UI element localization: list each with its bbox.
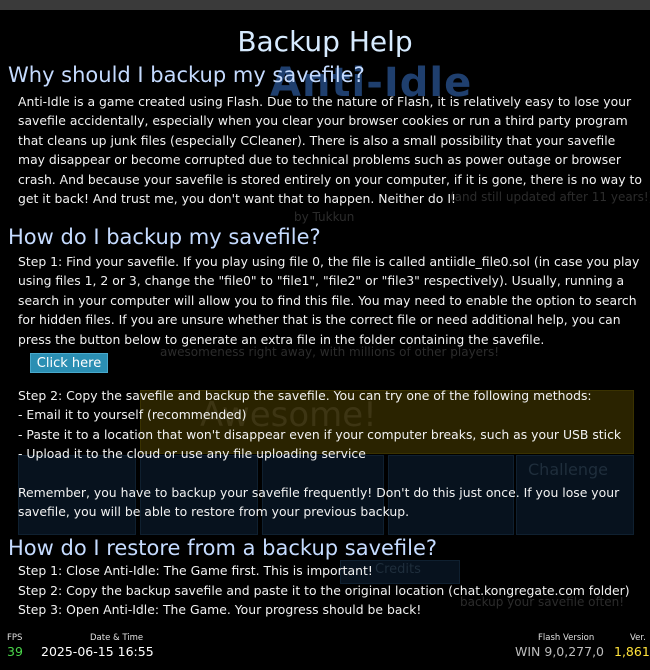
click-here-button[interactable]: Click here bbox=[30, 353, 108, 373]
backup-help-panel: Backup Help Why should I backup my savef… bbox=[0, 10, 650, 630]
datetime-value: 2025-06-15 16:55 bbox=[41, 644, 154, 659]
heading-why-backup: Why should I backup my savefile? bbox=[8, 63, 365, 87]
heading-how-backup: How do I backup my savefile? bbox=[8, 225, 321, 249]
fps-label: FPS bbox=[7, 633, 23, 643]
version-label: Ver. bbox=[630, 633, 646, 643]
method-usb: - Paste it to a location that won't disa… bbox=[18, 427, 622, 442]
backup-reminder-text: Remember, you have to backup your savefi… bbox=[18, 485, 620, 520]
restore-step-1: Step 1: Close Anti-Idle: The Game first.… bbox=[18, 563, 373, 578]
step1-text: Step 1: Find your savefile. If you play … bbox=[18, 254, 640, 347]
why-backup-text: Anti-Idle is a game created using Flash.… bbox=[18, 94, 642, 207]
status-bar: FPS 39 Date & Time 2025-06-15 16:55 Flas… bbox=[0, 630, 650, 670]
method-email: - Email it to yourself (recommended) bbox=[18, 407, 247, 422]
restore-step-2: Step 2: Copy the backup savefile and pas… bbox=[18, 583, 630, 598]
heading-how-restore: How do I restore from a backup savefile? bbox=[8, 536, 438, 560]
help-title: Backup Help bbox=[237, 25, 413, 58]
datetime-label: Date & Time bbox=[90, 633, 144, 643]
window-top-bar bbox=[0, 0, 650, 10]
step2-text: Step 2: Copy the savefile and backup the… bbox=[18, 388, 592, 403]
method-cloud: - Upload it to the cloud or use any file… bbox=[18, 446, 366, 461]
fps-value: 39 bbox=[7, 644, 23, 659]
restore-step-3: Step 3: Open Anti-Idle: The Game. Your p… bbox=[18, 602, 422, 617]
flash-version-value: WIN 9,0,277,0 bbox=[515, 644, 605, 659]
version-value: 1,861 bbox=[614, 644, 650, 659]
flash-version-label: Flash Version bbox=[538, 633, 595, 643]
